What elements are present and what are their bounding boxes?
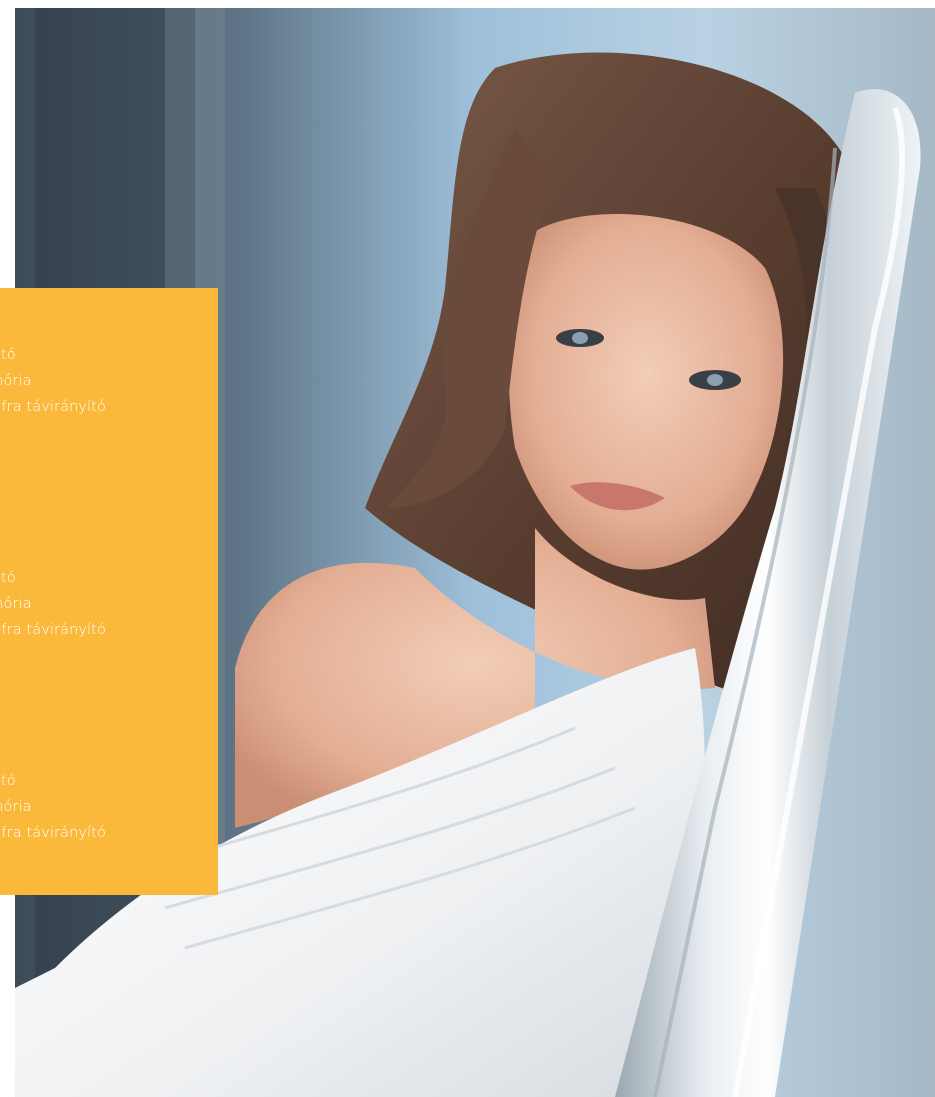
feature-line: ozható: [0, 773, 16, 789]
feature-group-3: ozható memória s / infra távirányító: [0, 768, 218, 846]
feature-line: memória: [0, 799, 32, 815]
feature-line: ozható: [0, 347, 16, 363]
feature-panel: ozható memória s / infra távirányító ozh…: [0, 288, 218, 895]
feature-line: s / infra távirányító: [0, 825, 106, 841]
feature-line: s / infra távirányító: [0, 399, 106, 415]
feature-line: s / infra távirányító: [0, 622, 106, 638]
feature-line: ozható: [0, 570, 16, 586]
feature-line: memória: [0, 596, 32, 612]
feature-group-1: ozható memória s / infra távirányító: [0, 342, 218, 420]
feature-line: memória: [0, 373, 32, 389]
page: ozható memória s / infra távirányító ozh…: [0, 0, 935, 1097]
feature-group-2: ozható memória s / infra távirányító: [0, 565, 218, 643]
